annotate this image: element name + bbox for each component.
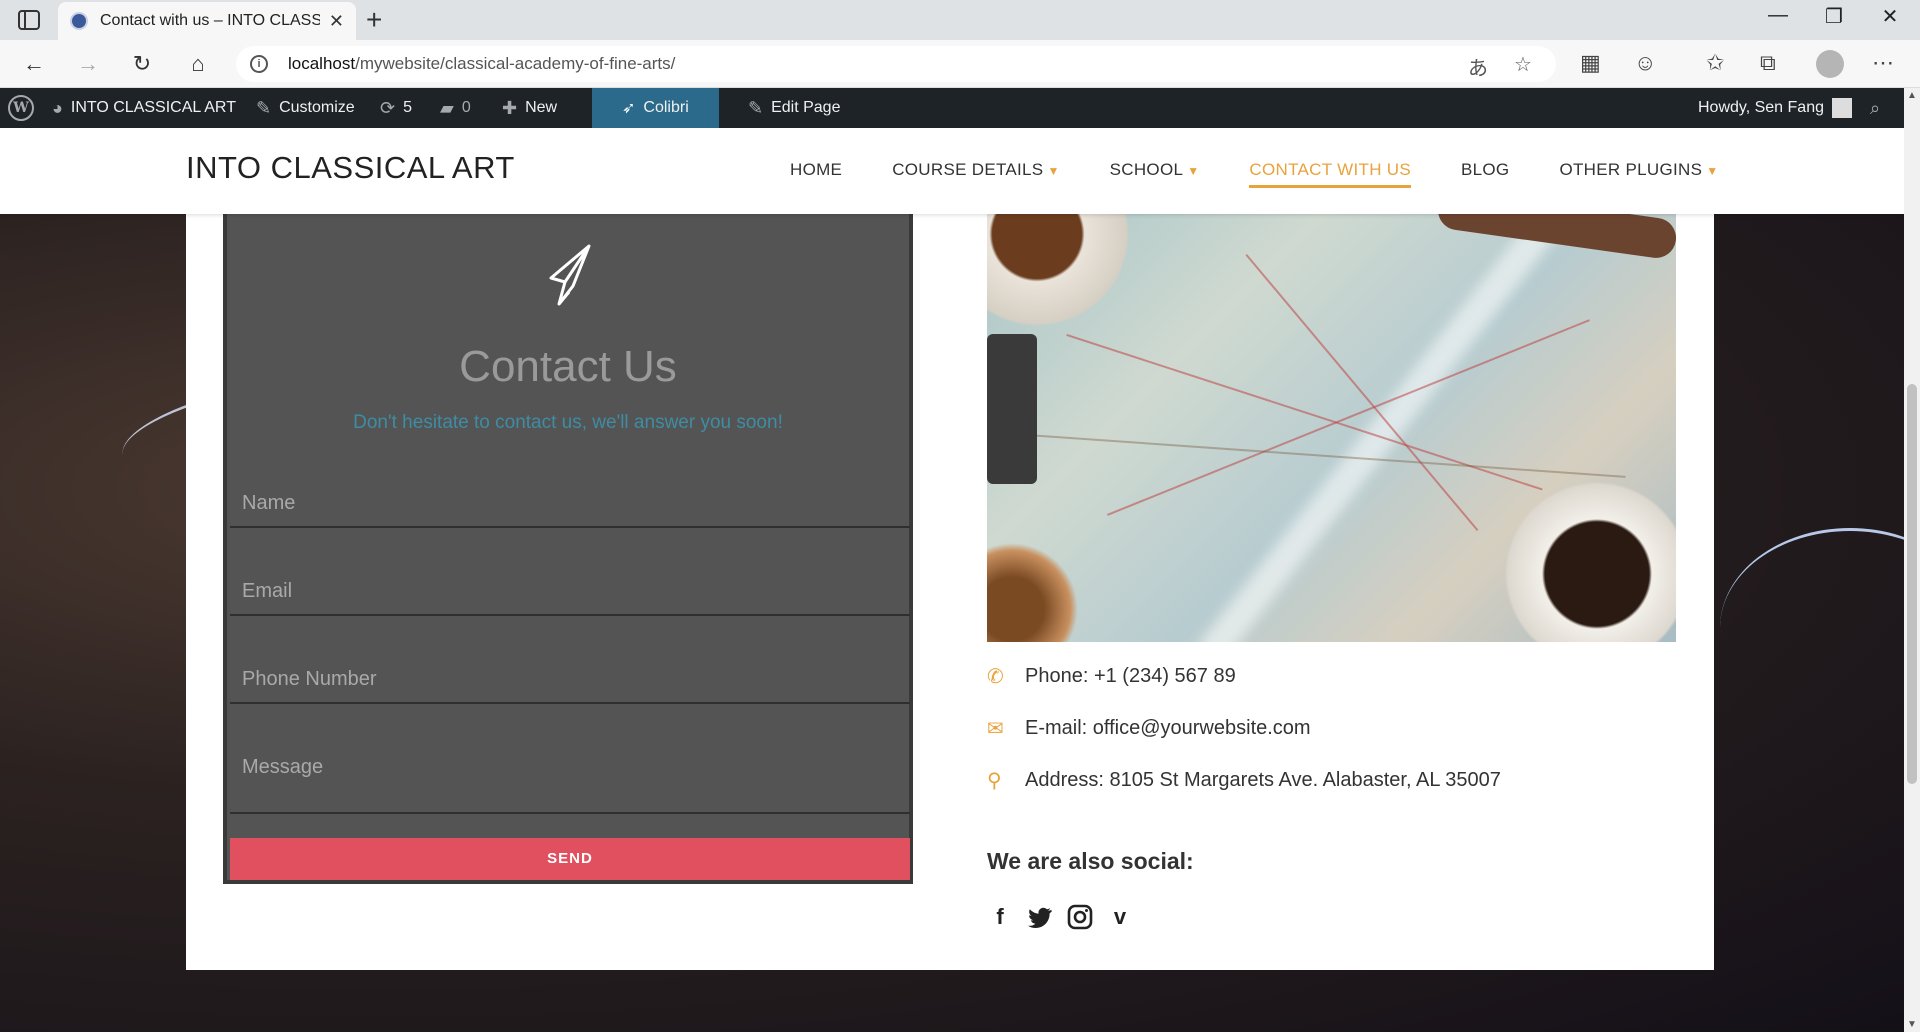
profile-avatar[interactable] [1816, 50, 1844, 78]
name-field[interactable]: Name [230, 478, 910, 528]
plus-icon: ✚ [502, 97, 518, 118]
page-scrollbar[interactable]: ▲ ▼ [1904, 88, 1920, 1032]
contact-address: ⚲ Address: 8105 St Margarets Ave. Alabas… [987, 768, 1501, 793]
wp-admin-bar: W ◕ INTO CLASSICAL ART ✎ Customize ⟳ 5 ▰… [0, 88, 1920, 128]
tab-title: Contact with us – INTO CLASSICAL ART [100, 12, 320, 29]
dashboard-icon: ◕ [52, 97, 63, 118]
chevron-down-icon: ▼ [1187, 164, 1200, 178]
instagram-icon[interactable] [1067, 904, 1093, 930]
site-logo[interactable]: INTO CLASSICAL ART [186, 150, 515, 186]
favorite-star-icon[interactable]: ☆ [1514, 52, 1532, 77]
form-subtitle: Don't hesitate to contact us, we'll answ… [353, 412, 783, 433]
brush-icon: ✎ [256, 97, 272, 118]
translate-icon[interactable]: あ [1468, 52, 1488, 81]
admin-comments[interactable]: ▰ 0 [440, 88, 471, 128]
page-viewport: INTO CLASSICAL ART HOME COURSE DETAILS ▼ … [0, 128, 1904, 1032]
admin-new[interactable]: ✚ New [502, 88, 557, 128]
contact-address-text: Address: 8105 St Margarets Ave. Alabaste… [1025, 769, 1501, 791]
location-pin-icon: ⚲ [987, 770, 1002, 792]
admin-colibri[interactable]: ➶ Colibri [592, 88, 719, 128]
social-links: f v [987, 904, 1133, 930]
tab-close-icon[interactable]: ✕ [329, 11, 344, 32]
vimeo-icon[interactable]: v [1107, 904, 1133, 930]
address-bar[interactable]: i localhost/mywebsite/classical-academy-… [236, 46, 1556, 82]
extension-cat-icon[interactable]: ☺ [1634, 50, 1656, 76]
howdy-label: Howdy, Sen Fang [1698, 99, 1824, 116]
home-icon[interactable]: ⌂ [180, 48, 216, 80]
extension-icon[interactable]: ▦ [1580, 50, 1601, 76]
menu-item-blog[interactable]: BLOG [1461, 160, 1509, 180]
envelope-icon: ✉ [987, 718, 1004, 740]
menu-item-school[interactable]: SCHOOL ▼ [1110, 160, 1200, 180]
phone-field[interactable]: Phone Number [230, 654, 910, 704]
menu-item-contact[interactable]: CONTACT WITH US [1249, 160, 1411, 188]
comments-count: 0 [461, 99, 471, 116]
reload-icon[interactable]: ↻ [124, 48, 160, 80]
back-arrow-icon[interactable]: ← [16, 48, 52, 80]
more-menu-icon[interactable]: ⋯ [1872, 50, 1894, 76]
comment-icon: ▰ [440, 97, 454, 118]
pencil-icon: ✎ [748, 97, 764, 118]
site-header: INTO CLASSICAL ART HOME COURSE DETAILS ▼ … [0, 128, 1904, 214]
contact-form: Contact Us Don't hesitate to contact us,… [223, 214, 913, 884]
contact-email-text: E-mail: office@yourwebsite.com [1025, 717, 1311, 739]
colibri-bird-icon: ➶ [622, 100, 636, 117]
social-title: We are also social: [987, 848, 1194, 874]
tab-actions-icon[interactable] [18, 10, 40, 30]
email-field[interactable]: Email [230, 566, 910, 616]
scroll-down-icon[interactable]: ▼ [1907, 1019, 1917, 1030]
minimize-button[interactable]: — [1750, 4, 1806, 27]
map-photo [987, 214, 1676, 642]
menu-item-home[interactable]: HOME [790, 160, 842, 180]
admin-search-icon[interactable]: ⌕ [1870, 88, 1880, 128]
site-favicon-icon [70, 12, 88, 30]
contact-phone-text: Phone: +1 (234) 567 89 [1025, 665, 1236, 687]
facebook-icon[interactable]: f [987, 904, 1013, 930]
wordpress-logo-icon[interactable]: W [8, 88, 34, 128]
admin-edit-page[interactable]: ✎ Edit Page [748, 88, 840, 128]
new-tab-button[interactable]: + [366, 4, 382, 36]
send-button[interactable]: SEND [230, 838, 910, 880]
admin-customize-label: Customize [279, 99, 355, 116]
admin-new-label: New [525, 99, 558, 116]
scroll-up-icon[interactable]: ▲ [1907, 90, 1917, 101]
menu-item-course-details[interactable]: COURSE DETAILS ▼ [892, 160, 1059, 180]
chevron-down-icon: ▼ [1706, 164, 1719, 178]
browser-toolbar: ← → ↻ ⌂ i localhost/mywebsite/classical-… [0, 40, 1920, 88]
twitter-icon[interactable] [1027, 904, 1053, 930]
browser-tab-bar: Contact with us – INTO CLASSICAL ART ✕ +… [0, 0, 1920, 40]
site-info-icon[interactable]: i [250, 55, 268, 73]
admin-customize[interactable]: ✎ Customize [256, 88, 355, 128]
updates-icon: ⟳ [380, 97, 396, 118]
admin-edit-page-label: Edit Page [771, 99, 841, 116]
contact-phone: ✆ Phone: +1 (234) 567 89 [987, 664, 1236, 689]
scrollbar-thumb[interactable] [1907, 384, 1917, 784]
message-field[interactable]: Message [230, 742, 910, 814]
form-title: Contact Us [459, 342, 677, 391]
close-window-button[interactable]: ✕ [1862, 4, 1918, 29]
forward-arrow-icon[interactable]: → [70, 48, 106, 80]
url-text: localhost/mywebsite/classical-academy-of… [288, 54, 676, 73]
restore-button[interactable]: ❐ [1806, 4, 1862, 29]
admin-account[interactable]: Howdy, Sen Fang [1698, 88, 1852, 128]
chevron-down-icon: ▼ [1047, 164, 1060, 178]
admin-updates[interactable]: ⟳ 5 [380, 88, 412, 128]
browser-tab[interactable]: Contact with us – INTO CLASSICAL ART ✕ [58, 2, 356, 40]
paper-plane-icon [549, 244, 591, 306]
menu-item-other-plugins[interactable]: OTHER PLUGINS ▼ [1559, 160, 1718, 180]
contact-email: ✉ E-mail: office@yourwebsite.com [987, 716, 1311, 741]
avatar [1832, 98, 1852, 118]
favorites-list-icon[interactable]: ✩ [1706, 50, 1724, 76]
contact-section: Contact Us Don't hesitate to contact us,… [186, 214, 1714, 970]
background-light-streak [1720, 528, 1904, 728]
updates-count: 5 [403, 99, 412, 116]
main-menu: HOME COURSE DETAILS ▼ SCHOOL ▼ CONTACT WIT… [790, 160, 1768, 188]
phone-icon: ✆ [987, 666, 1004, 688]
admin-site-name[interactable]: ◕ INTO CLASSICAL ART [52, 88, 236, 128]
collections-icon[interactable]: ⧉ [1760, 50, 1776, 76]
admin-colibri-label: Colibri [643, 99, 689, 116]
admin-site-name-label: INTO CLASSICAL ART [70, 99, 236, 116]
